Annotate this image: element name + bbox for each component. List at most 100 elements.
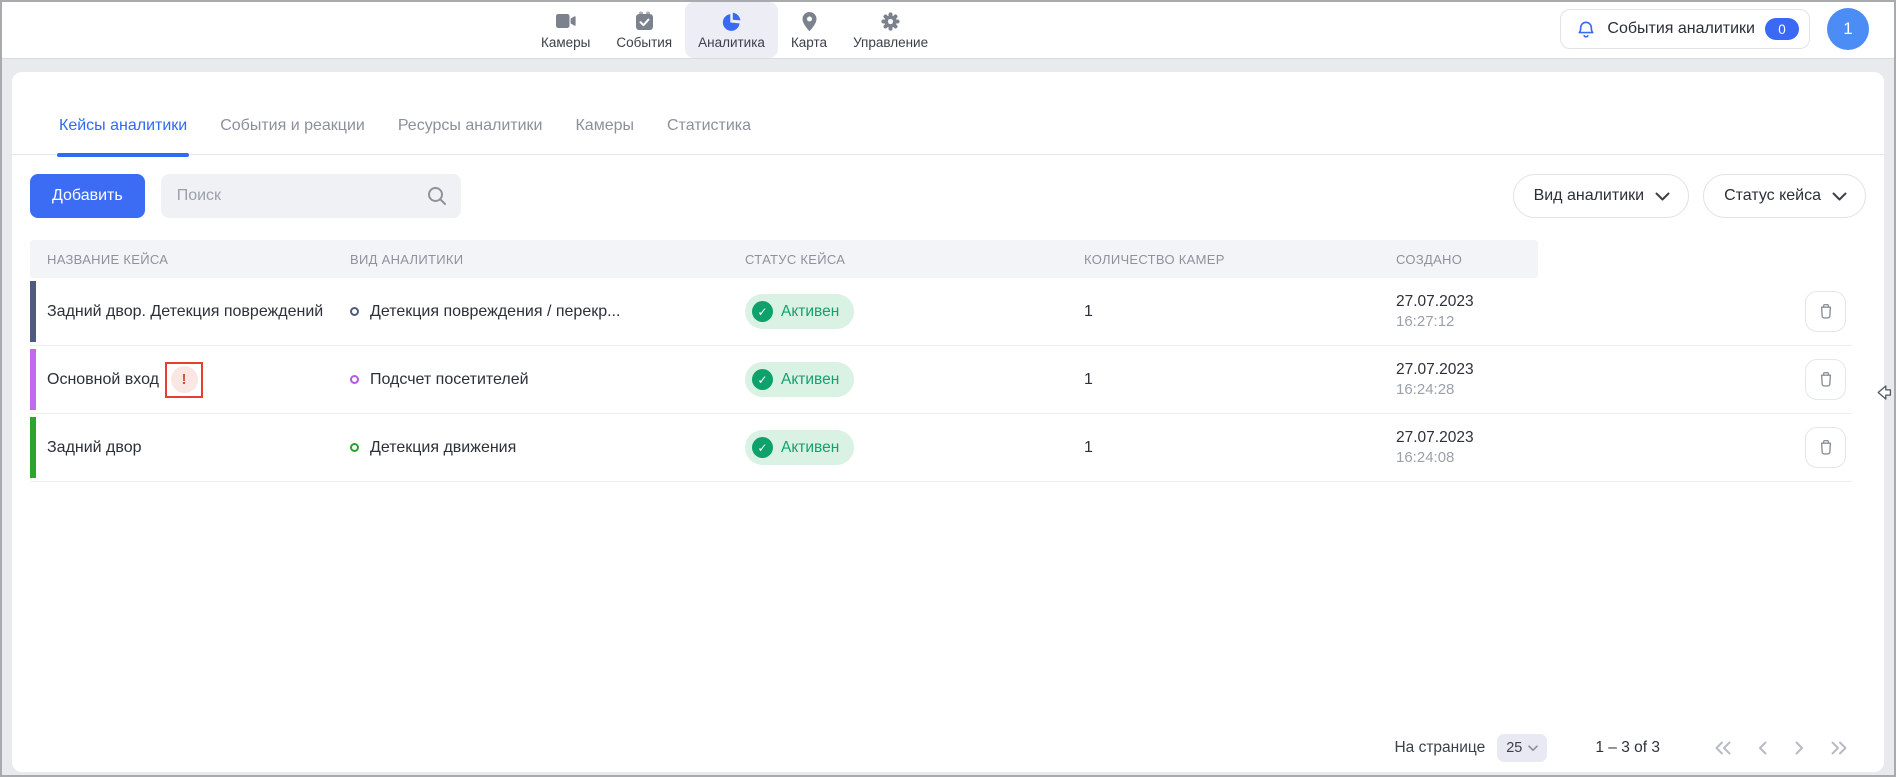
tab-label: Камеры xyxy=(575,117,634,135)
trash-icon xyxy=(1817,370,1835,389)
next-page-button[interactable] xyxy=(1790,737,1808,759)
delete-case-button[interactable] xyxy=(1805,291,1846,332)
user-avatar[interactable]: 1 xyxy=(1827,8,1869,50)
column-header-created: СОЗДАНО xyxy=(1396,252,1538,267)
tab-events-reactions[interactable]: События и реакции xyxy=(220,98,365,155)
analytics-type-icon xyxy=(350,443,359,452)
column-header-case-status: СТАТУС КЕЙСА xyxy=(745,252,1084,267)
check-circle-icon: ✓ xyxy=(752,437,773,458)
analytics-type-label: Детекция движения xyxy=(370,439,516,457)
check-circle-icon: ✓ xyxy=(752,301,773,322)
status-label: Активен xyxy=(781,439,839,457)
nav-label: Аналитика xyxy=(698,35,765,50)
status-label: Активен xyxy=(781,371,839,389)
filter-label: Статус кейса xyxy=(1724,187,1821,205)
nav-item-analytics[interactable]: Аналитика xyxy=(685,2,778,58)
events-button-label: События аналитики xyxy=(1607,20,1755,38)
camera-count: 1 xyxy=(1084,303,1093,320)
created-date: 27.07.2023 xyxy=(1396,292,1538,312)
check-circle-icon: ✓ xyxy=(752,369,773,390)
gear-icon xyxy=(880,11,901,32)
delete-case-button[interactable] xyxy=(1805,359,1846,400)
analytics-type-label: Подсчет посетителей xyxy=(370,371,529,389)
camera-count: 1 xyxy=(1084,439,1093,456)
created-date: 27.07.2023 xyxy=(1396,428,1538,448)
nav-item-management[interactable]: Управление xyxy=(840,2,941,58)
chevron-down-icon xyxy=(1655,192,1670,201)
nav-item-events[interactable]: События xyxy=(603,2,685,58)
chevron-right-icon xyxy=(1792,739,1806,757)
previous-page-button[interactable] xyxy=(1754,737,1772,759)
analytics-type-icon xyxy=(350,375,359,384)
toolbar: Добавить Вид аналитики Статус кейса xyxy=(30,174,1866,218)
status-label: Активен xyxy=(781,303,839,321)
created-date: 27.07.2023 xyxy=(1396,360,1538,380)
last-page-button[interactable] xyxy=(1826,737,1852,759)
avatar-label: 1 xyxy=(1843,19,1852,39)
row-accent-bar xyxy=(30,417,36,478)
page-tabs: Кейсы аналитики События и реакции Ресурс… xyxy=(12,72,1884,155)
tab-statistics[interactable]: Статистика xyxy=(667,98,751,155)
table-row[interactable]: Основной вход ! Подсчет посетителей ✓ Ак… xyxy=(30,346,1852,414)
chevron-left-icon xyxy=(1756,739,1770,757)
table-header: НАЗВАНИЕ КЕЙСА ВИД АНАЛИТИКИ СТАТУС КЕЙС… xyxy=(30,240,1852,278)
nav-item-map[interactable]: Карта xyxy=(778,2,840,58)
tab-cameras[interactable]: Камеры xyxy=(575,98,634,155)
nav-item-cameras[interactable]: Камеры xyxy=(528,2,603,58)
filter-analytics-type[interactable]: Вид аналитики xyxy=(1513,174,1690,218)
mouse-cursor-icon xyxy=(1876,384,1893,406)
warning-exclamation-icon[interactable]: ! xyxy=(171,366,198,393)
case-name: Задний двор. Детекция повреждений xyxy=(47,303,323,321)
analytics-page-card: Кейсы аналитики События и реакции Ресурс… xyxy=(12,72,1884,772)
table-row[interactable]: Задний двор. Детекция повреждений Детекц… xyxy=(30,278,1852,346)
filters: Вид аналитики Статус кейса xyxy=(1513,174,1866,218)
row-accent-bar xyxy=(30,349,36,410)
top-nav: Камеры События Аналитика Карта Управлени… xyxy=(528,0,941,58)
events-count-badge: 0 xyxy=(1765,18,1799,40)
pie-chart-icon xyxy=(721,11,742,32)
delete-case-button[interactable] xyxy=(1805,427,1846,468)
tab-label: Статистика xyxy=(667,117,751,135)
tab-label: Кейсы аналитики xyxy=(59,117,187,135)
tab-analytics-resources[interactable]: Ресурсы аналитики xyxy=(398,98,543,155)
nav-label: Управление xyxy=(853,35,928,50)
search-icon xyxy=(426,185,448,212)
trash-icon xyxy=(1817,302,1835,321)
per-page-select[interactable]: 25 xyxy=(1497,734,1547,762)
case-name: Основной вход xyxy=(47,371,159,389)
column-header-camera-count: КОЛИЧЕСТВО КАМЕР xyxy=(1084,252,1396,267)
pager-buttons xyxy=(1710,737,1852,759)
chevrons-left-icon xyxy=(1712,739,1734,757)
analytics-type-label: Детекция повреждения / перекр... xyxy=(370,303,620,321)
column-header-analytics-type: ВИД АНАЛИТИКИ xyxy=(350,252,745,267)
chevrons-right-icon xyxy=(1828,739,1850,757)
tab-analytics-cases[interactable]: Кейсы аналитики xyxy=(59,98,187,155)
bell-icon xyxy=(1575,18,1597,41)
cases-table: НАЗВАНИЕ КЕЙСА ВИД АНАЛИТИКИ СТАТУС КЕЙС… xyxy=(30,240,1852,482)
filter-case-status[interactable]: Статус кейса xyxy=(1703,174,1866,218)
status-badge: ✓ Активен xyxy=(745,294,854,329)
camera-icon xyxy=(554,11,577,32)
camera-count: 1 xyxy=(1084,371,1093,388)
tab-label: События и реакции xyxy=(220,117,365,135)
filter-label: Вид аналитики xyxy=(1534,187,1645,205)
per-page-value: 25 xyxy=(1506,740,1522,756)
nav-label: Камеры xyxy=(541,35,590,50)
calendar-check-icon xyxy=(634,11,655,32)
trash-icon xyxy=(1817,438,1835,457)
per-page-label: На странице xyxy=(1394,739,1485,757)
created-time: 16:24:28 xyxy=(1396,380,1538,400)
search-input[interactable] xyxy=(161,174,461,218)
top-bar: Камеры События Аналитика Карта Управлени… xyxy=(0,0,1896,59)
analytics-type-icon xyxy=(350,307,359,316)
created-time: 16:24:08 xyxy=(1396,448,1538,468)
case-name: Задний двор xyxy=(47,439,142,457)
status-badge: ✓ Активен xyxy=(745,430,854,465)
first-page-button[interactable] xyxy=(1710,737,1736,759)
status-badge: ✓ Активен xyxy=(745,362,854,397)
chevron-down-icon xyxy=(1528,745,1538,752)
table-row[interactable]: Задний двор Детекция движения ✓ Активен … xyxy=(30,414,1852,482)
column-header-case-name: НАЗВАНИЕ КЕЙСА xyxy=(47,252,350,267)
analytics-events-button[interactable]: События аналитики 0 xyxy=(1560,9,1810,49)
add-case-button[interactable]: Добавить xyxy=(30,174,145,218)
